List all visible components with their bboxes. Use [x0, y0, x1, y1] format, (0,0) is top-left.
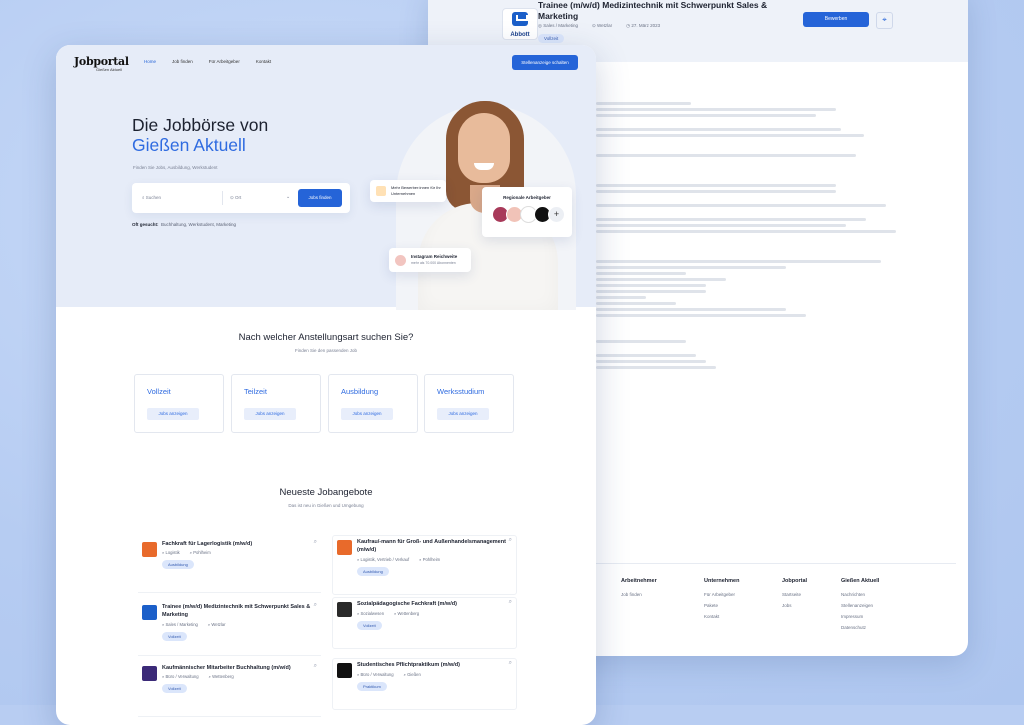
show-jobs-button[interactable]: Jobs anzeigen: [341, 408, 393, 420]
footer-col-giessen: Gießen Aktuell Nachrichten Stellenanzeig…: [841, 578, 880, 630]
apply-button[interactable]: Bewerben: [803, 12, 869, 27]
site-logo[interactable]: Jobportal Gießen Aktuell: [74, 55, 129, 72]
top-nav: Jobportal Gießen Aktuell Home Job finden…: [56, 45, 596, 81]
footer-link[interactable]: Job finden: [621, 592, 657, 597]
footer-col-arbeitnehmer: Arbeitnehmer Job finden: [621, 578, 657, 597]
abbott-logo-icon: [512, 12, 528, 26]
company-logo: [142, 666, 157, 681]
nav-fuer-arbeitgeber[interactable]: Für Arbeitgeber: [209, 59, 240, 64]
employment-card-werksstudium[interactable]: Werksstudium Jobs anzeigen: [424, 374, 514, 433]
job-description: [596, 102, 896, 372]
footer-link[interactable]: Pakete: [704, 603, 739, 608]
job-type-badge: Ausbildung: [162, 560, 194, 569]
hero-section: Jobportal Gießen Aktuell Home Job finden…: [56, 45, 596, 310]
search-icon: ⌕: [142, 195, 145, 200]
job-type-badge: Praktikum: [357, 682, 387, 691]
map-pin-icon[interactable]: ⌖: [876, 12, 893, 29]
job-listing[interactable]: Trainee (m/w/d) Medizintechnik mit Schwe…: [138, 601, 321, 656]
location-input[interactable]: ⊙ Ort: [230, 195, 241, 201]
nav-links: Home Job finden Für Arbeitgeber Kontakt: [144, 59, 271, 64]
site-footer: Arbeitnehmer Job finden Unternehmen Für …: [596, 563, 956, 654]
job-detail-meta: ◎ Sales / Marketing ⊙ Wetzlar ◷ 27. März…: [538, 23, 660, 29]
category-label: ◎ Sales / Marketing: [538, 23, 578, 28]
search-input[interactable]: ⌕ Suchen: [142, 195, 161, 200]
hero-subtitle: Finden Sie Jobs, Ausbildung, Werkstudent: [133, 165, 218, 170]
location-icon: ⊙: [230, 195, 234, 200]
search-divider: [222, 191, 223, 205]
footer-link[interactable]: Startseite: [782, 592, 807, 597]
post-job-button[interactable]: Stellenanzeige schalten: [512, 55, 578, 70]
company-logo: [337, 602, 352, 617]
location-label: ⊙ Wetzlar: [591, 23, 613, 28]
job-listing[interactable]: Studentisches Pflichtpraktikum (m/w/d) ⌕…: [332, 658, 517, 710]
instagram-reach-chip: Instagram Reichweite mehr als 70.000 Abo…: [389, 248, 471, 272]
briefcase-icon: [376, 186, 386, 196]
search-icon[interactable]: ⌕: [314, 663, 317, 670]
nav-job-finden[interactable]: Job finden: [172, 59, 193, 64]
search-button[interactable]: Jobs finden: [298, 189, 342, 207]
job-listing[interactable]: Kaufmännischer Mitarbeiter Buchhaltung (…: [138, 662, 321, 717]
footer-link[interactable]: Für Arbeitgeber: [704, 592, 739, 597]
show-jobs-button[interactable]: Jobs anzeigen: [437, 408, 489, 420]
job-type-badge: Vollzeit: [162, 632, 187, 641]
search-icon[interactable]: ⌕: [509, 537, 512, 544]
company-logo: [142, 542, 157, 557]
search-icon[interactable]: ⌕: [509, 599, 512, 606]
employment-card-ausbildung[interactable]: Ausbildung Jobs anzeigen: [328, 374, 418, 433]
company-logo: [337, 663, 352, 678]
popular-searches: Oft gesucht: Buchhaltung, Werkstudent, M…: [132, 222, 236, 227]
employment-card-vollzeit[interactable]: Vollzeit Jobs anzeigen: [134, 374, 224, 433]
job-type-badge: Vollzeit: [357, 621, 382, 630]
instagram-icon: [395, 255, 406, 266]
footer-link[interactable]: Datenschutz: [841, 625, 879, 630]
search-icon[interactable]: ⌕: [314, 602, 317, 609]
latest-jobs-subtitle: Das ist neu in Gießen und Umgebung: [288, 503, 364, 508]
job-type-badge: Ausbildung: [357, 567, 389, 576]
job-type-badge: Vollzeit: [538, 34, 565, 43]
footer-link[interactable]: Nachrichten: [841, 592, 879, 597]
plus-icon[interactable]: +: [548, 206, 565, 223]
job-type-badge: Vollzeit: [162, 684, 187, 693]
company-logo: [337, 540, 352, 555]
employment-card-teilzeit[interactable]: Teilzeit Jobs anzeigen: [231, 374, 321, 433]
chevron-down-icon[interactable]: ⌄: [286, 194, 290, 200]
footer-col-jobportal: Jobportal Startseite Jobs: [782, 578, 808, 608]
abbott-logo: Abbott: [502, 8, 538, 40]
job-listing[interactable]: Fachkraft für Lagerlogistik (m/w/d) ⌕ Lo…: [138, 538, 321, 593]
search-icon[interactable]: ⌕: [314, 539, 317, 546]
search-bar: ⌕ Suchen ⊙ Ort ⌄ Jobs finden: [132, 183, 350, 213]
hero-title-line1: Die Jobbörse von: [132, 115, 269, 135]
homepage-window: Jobportal Gießen Aktuell Home Job finden…: [56, 45, 596, 725]
footer-link[interactable]: Impressum: [841, 614, 879, 619]
abbott-logo-label: Abbott: [510, 32, 530, 38]
show-jobs-button[interactable]: Jobs anzeigen: [244, 408, 296, 420]
footer-link[interactable]: Stellenanzeigen: [841, 603, 879, 608]
nav-home[interactable]: Home: [144, 59, 156, 64]
popular-search-links[interactable]: Buchhaltung, Werkstudent, Marketing: [161, 222, 236, 227]
search-icon[interactable]: ⌕: [509, 660, 512, 667]
latest-jobs-title: Neueste Jobangebote: [279, 487, 373, 498]
footer-link[interactable]: Kontakt: [704, 614, 739, 619]
company-logo: [142, 605, 157, 620]
employment-section-title: Nach welcher Anstellungsart suchen Sie?: [238, 332, 414, 343]
job-detail-title: Trainee (m/w/d) Medizintechnik mit Schwe…: [538, 0, 768, 21]
regional-employers-chip: Regionale Arbeitgeber +: [482, 187, 572, 237]
date-label: ◷ 27. März 2023: [626, 23, 661, 28]
footer-link[interactable]: Jobs: [782, 603, 807, 608]
employment-section-subtitle: Finden Sie den passenden Job: [294, 348, 358, 353]
job-listing[interactable]: Kaufrau/-mann für Groß- und Außenhandels…: [332, 535, 517, 595]
hero-title-line2: Gießen Aktuell: [132, 135, 246, 155]
show-jobs-button[interactable]: Jobs anzeigen: [147, 408, 199, 420]
more-applicants-chip: Mehr Bewerber:innen für Ihr Unternehmen: [370, 180, 446, 202]
nav-kontakt[interactable]: Kontakt: [256, 59, 271, 64]
job-listing[interactable]: Sozialpädagogische Fachkraft (m/w/d) ⌕ S…: [332, 597, 517, 649]
footer-col-unternehmen: Unternehmen Für Arbeitgeber Pakete Konta…: [704, 578, 740, 619]
